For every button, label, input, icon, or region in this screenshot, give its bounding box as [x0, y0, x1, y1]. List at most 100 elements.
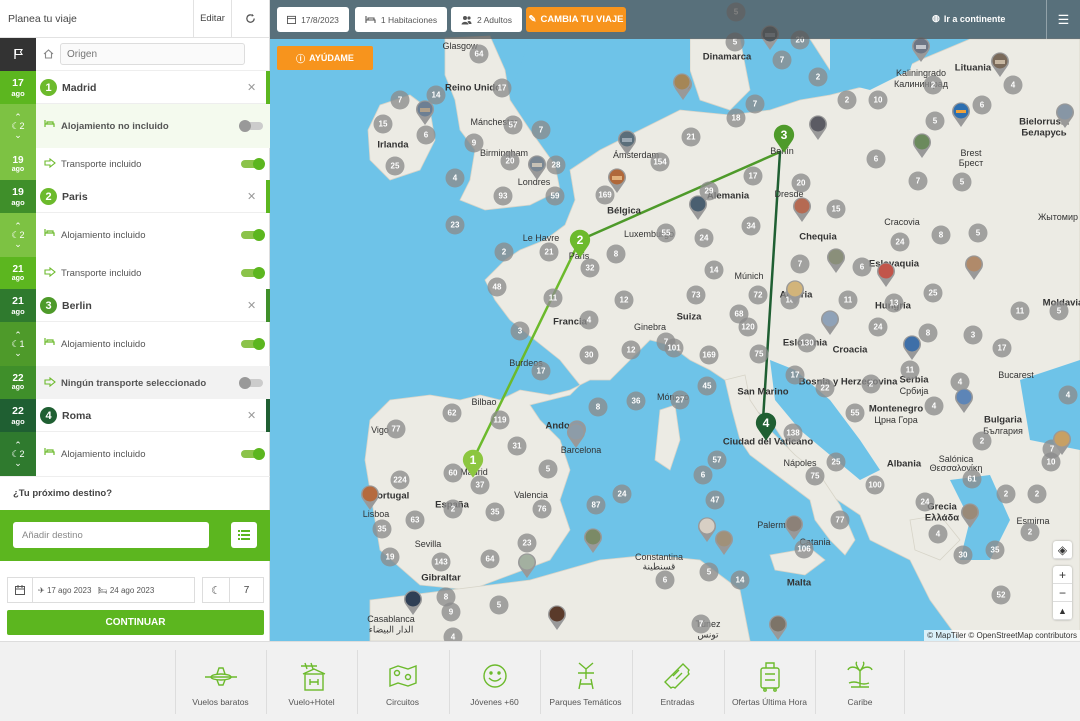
stop-row-roma[interactable]: 22 ago 4 Roma ✕ [0, 399, 270, 432]
photo-pin[interactable] [954, 387, 974, 413]
remove-stop-icon[interactable]: ✕ [247, 409, 256, 422]
photo-pin[interactable] [912, 132, 932, 158]
map-cluster[interactable]: 24 [890, 232, 910, 252]
map-cluster[interactable]: 73 [686, 285, 706, 305]
add-destination-input[interactable]: Añadir destino [13, 522, 209, 548]
map-cluster[interactable]: 76 [532, 499, 552, 519]
map-cluster[interactable]: 4 [445, 168, 465, 188]
origin-input[interactable] [60, 43, 245, 65]
map-cluster[interactable]: 6 [866, 149, 886, 169]
map-cluster[interactable]: 13 [884, 293, 904, 313]
layers-control[interactable]: ◈ [1053, 541, 1072, 559]
map-cluster[interactable]: 138 [783, 423, 803, 443]
map-cluster[interactable]: 2 [1027, 484, 1047, 504]
calendar-icon[interactable] [7, 577, 33, 603]
map-cluster[interactable]: 25 [923, 283, 943, 303]
map-cluster[interactable]: 5 [968, 223, 988, 243]
map-cluster[interactable]: 18 [726, 108, 746, 128]
map-attribution[interactable]: © MapTiler © OpenStreetMap contributors [924, 630, 1080, 641]
map-cluster[interactable]: 5 [952, 172, 972, 192]
menu-button[interactable]: ☰ [1046, 0, 1080, 39]
chevron-down-icon[interactable]: ⌄ [14, 348, 22, 358]
map-cluster[interactable]: 57 [503, 115, 523, 135]
photo-pin[interactable] [607, 167, 627, 193]
map-cluster[interactable]: 30 [579, 345, 599, 365]
map-cluster[interactable]: 4 [924, 396, 944, 416]
map-cluster[interactable]: 7 [772, 50, 792, 70]
map-cluster[interactable]: 35 [985, 540, 1005, 560]
photo-pin[interactable] [784, 514, 804, 540]
map-cluster[interactable]: 12 [614, 290, 634, 310]
map-cluster[interactable]: 10 [868, 90, 888, 110]
map-cluster[interactable]: 47 [705, 490, 725, 510]
category-tickets[interactable]: Entradas [632, 650, 722, 714]
map-cluster[interactable]: 120 [738, 317, 758, 337]
map-cluster[interactable]: 7 [908, 171, 928, 191]
map-cluster[interactable]: 19 [380, 547, 400, 567]
route-pin-2[interactable]: 2 [569, 229, 591, 258]
route-pin-4[interactable]: 4 [755, 412, 777, 441]
map-cluster[interactable]: 119 [490, 410, 510, 430]
map-cluster[interactable]: 32 [580, 258, 600, 278]
map-cluster[interactable]: 24 [915, 492, 935, 512]
map-cluster[interactable]: 11 [838, 290, 858, 310]
map-cluster[interactable]: 4 [443, 627, 463, 641]
route-pin-3[interactable]: 3 [773, 124, 795, 153]
stop-row-berlin[interactable]: 21 ago 3 Berlin ✕ [0, 289, 270, 322]
map-cluster[interactable]: 9 [441, 602, 461, 622]
map-cluster[interactable]: 59 [545, 186, 565, 206]
chevron-down-icon[interactable]: ⌄ [14, 130, 22, 140]
route-pin-1[interactable]: 1 [462, 449, 484, 478]
date-range-field[interactable]: ✈ 17 ago 2023 🛏 24 ago 2023 [33, 577, 195, 603]
photo-pin[interactable] [768, 614, 788, 640]
map-cluster[interactable]: 77 [830, 510, 850, 530]
map-cluster[interactable]: 3 [963, 325, 983, 345]
map-cluster[interactable]: 23 [517, 533, 537, 553]
map-cluster[interactable]: 10 [1041, 452, 1061, 472]
map-cluster[interactable]: 36 [626, 391, 646, 411]
map-cluster[interactable]: 2 [808, 67, 828, 87]
map-cluster[interactable]: 14 [704, 260, 724, 280]
transport-toggle[interactable] [241, 267, 265, 279]
map-cluster[interactable]: 2 [861, 374, 881, 394]
map-cluster[interactable]: 57 [707, 450, 727, 470]
map-cluster[interactable]: 25 [385, 156, 405, 176]
map-cluster[interactable]: 62 [442, 403, 462, 423]
map-cluster[interactable]: 17 [492, 78, 512, 98]
photo-pin[interactable] [1055, 102, 1075, 128]
map-cluster[interactable]: 154 [650, 152, 670, 172]
map-cluster[interactable]: 2 [996, 484, 1016, 504]
refresh-button[interactable] [231, 0, 269, 38]
map-cluster[interactable]: 3 [510, 321, 530, 341]
accommodation-toggle[interactable] [241, 338, 265, 350]
map-cluster[interactable]: 24 [694, 228, 714, 248]
map-cluster[interactable]: 28 [546, 155, 566, 175]
map-cluster[interactable]: 12 [621, 340, 641, 360]
stop-row-paris[interactable]: 19 ago 2 Paris ✕ [0, 180, 270, 213]
photo-pin[interactable] [876, 261, 896, 287]
map-cluster[interactable]: 2 [972, 431, 992, 451]
map-cluster[interactable]: 93 [493, 186, 513, 206]
category-seniors[interactable]: Jóvenes +60 [449, 650, 539, 714]
map-cluster[interactable]: 72 [748, 285, 768, 305]
map-cluster[interactable]: 17 [992, 338, 1012, 358]
stop-row-madrid[interactable]: 17 ago 1 Madrid ✕ [0, 71, 270, 104]
rooms-button[interactable]: 1 Habitaciones [355, 7, 447, 32]
map-cluster[interactable]: 2 [1020, 522, 1040, 542]
photo-pin[interactable] [403, 589, 423, 615]
remove-stop-icon[interactable]: ✕ [247, 190, 256, 203]
map-cluster[interactable]: 2 [923, 75, 943, 95]
photo-pin[interactable] [583, 527, 603, 553]
total-nights[interactable]: 7 [230, 577, 264, 603]
remove-stop-icon[interactable]: ✕ [247, 81, 256, 94]
photo-pin[interactable] [785, 279, 805, 305]
chevron-down-icon[interactable]: ⌄ [14, 239, 22, 249]
photo-pin[interactable] [990, 51, 1010, 77]
map-cluster[interactable]: 5 [1049, 301, 1069, 321]
map-cluster[interactable]: 35 [485, 502, 505, 522]
photo-pin[interactable] [808, 114, 828, 140]
map-cluster[interactable]: 7 [531, 120, 551, 140]
map-cluster[interactable]: 34 [741, 216, 761, 236]
map-cluster[interactable]: 87 [586, 495, 606, 515]
photo-pin[interactable] [547, 604, 567, 630]
